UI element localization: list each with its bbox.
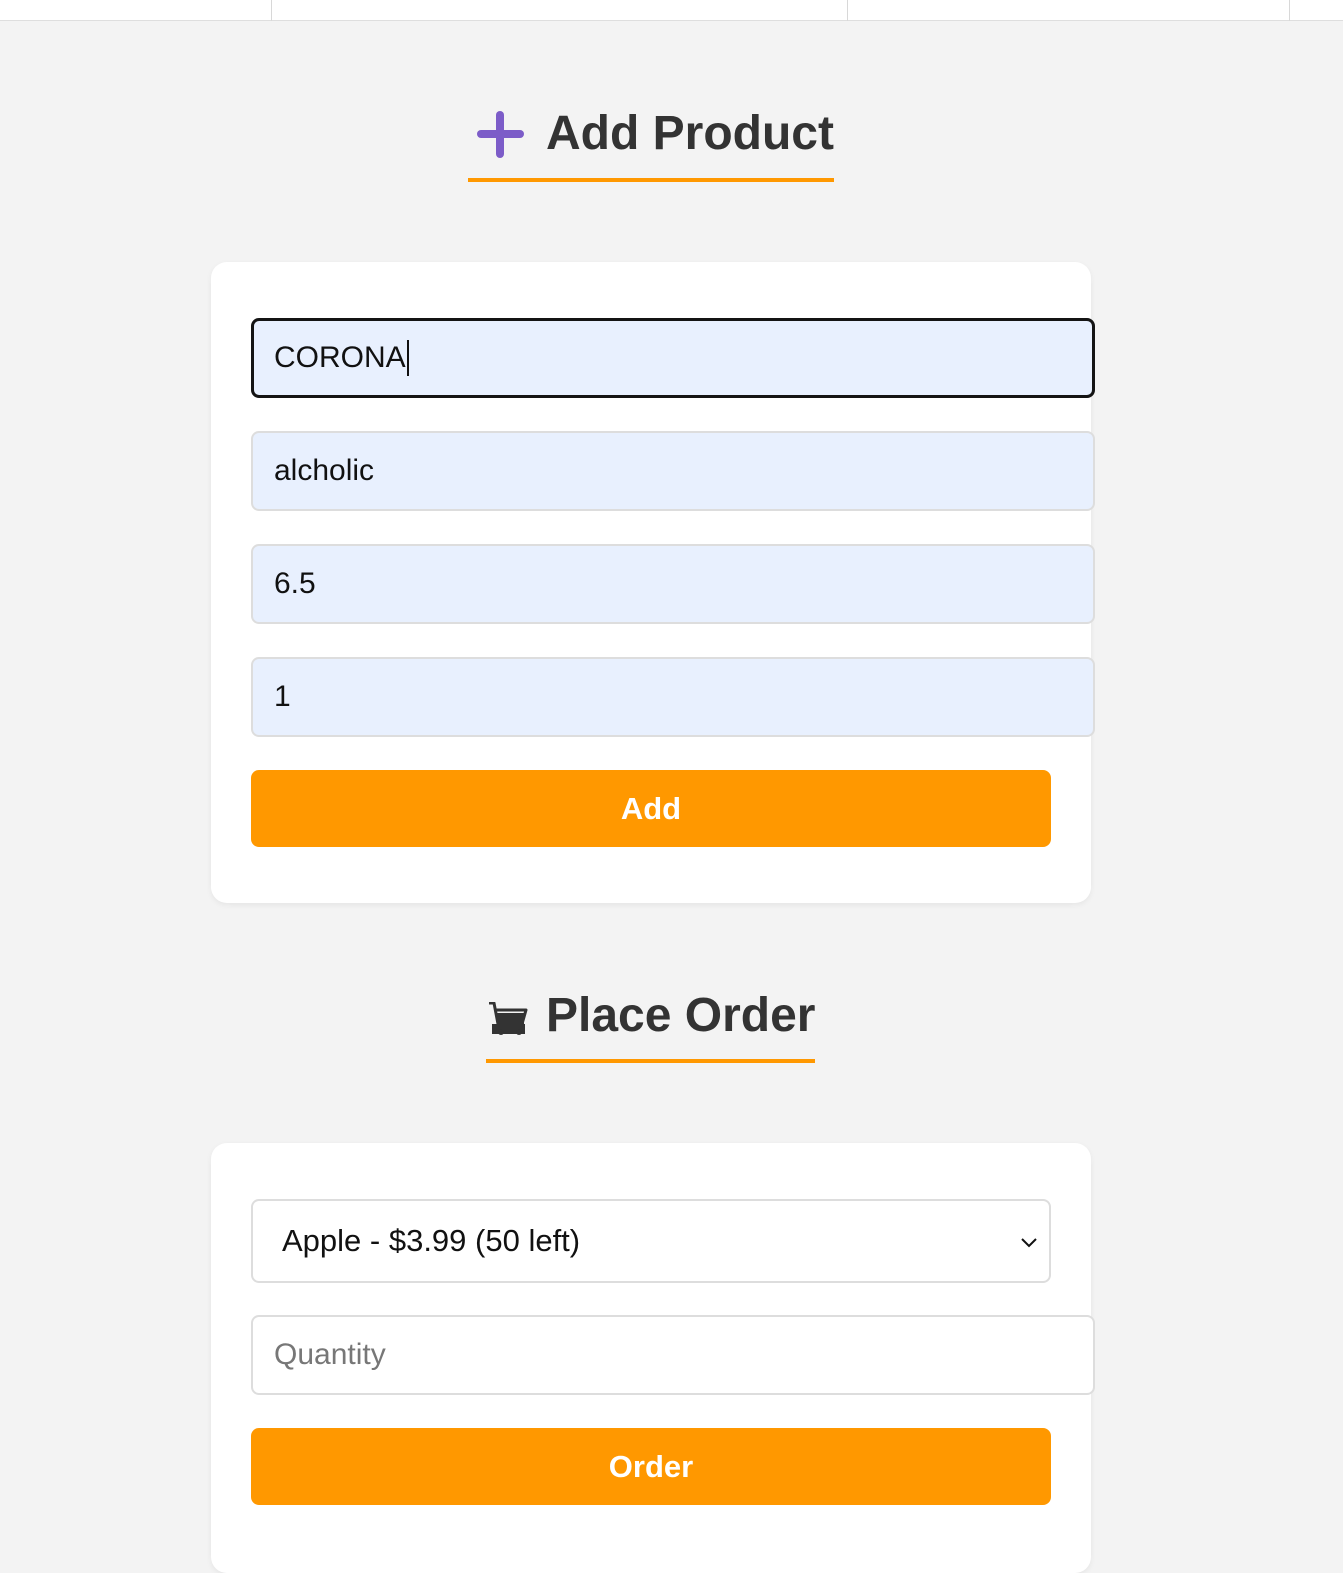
place-order-heading: Place Order (486, 989, 816, 1063)
add-product-heading: Add Product (468, 108, 834, 182)
product-price-value: 6.5 (274, 567, 316, 600)
quantity-placeholder: Quantity (274, 1338, 386, 1371)
plus-icon (476, 110, 525, 159)
add-product-form: CORONA alcholic 6.5 1 Add (211, 262, 1095, 903)
add-button[interactable]: Add (251, 770, 1051, 847)
order-button[interactable]: Order (251, 1428, 1051, 1505)
place-order-form: Apple - $3.99 (50 left) Quantity Order (211, 1143, 1095, 1573)
table-column-divider (847, 0, 848, 21)
product-price-input[interactable]: 6.5 (251, 544, 1095, 624)
chevron-down-icon (1021, 1238, 1037, 1248)
product-stock-value: 1 (274, 680, 291, 713)
product-stock-input[interactable]: 1 (251, 657, 1095, 737)
product-category-input[interactable]: alcholic (251, 431, 1095, 511)
table-column-divider (271, 0, 272, 21)
product-name-input[interactable]: CORONA (251, 318, 1095, 398)
product-name-value: CORONA (274, 341, 406, 374)
add-product-title: Add Product (546, 107, 834, 160)
shopping-cart-icon (489, 1002, 528, 1035)
top-table-strip (0, 0, 1343, 21)
product-select-value: Apple - $3.99 (50 left) (282, 1223, 581, 1258)
product-category-value: alcholic (274, 454, 375, 487)
product-select[interactable]: Apple - $3.99 (50 left) (251, 1199, 1051, 1283)
table-column-divider (1289, 0, 1290, 21)
place-order-title: Place Order (546, 989, 816, 1042)
quantity-input[interactable]: Quantity (251, 1315, 1095, 1395)
text-caret (406, 340, 409, 376)
